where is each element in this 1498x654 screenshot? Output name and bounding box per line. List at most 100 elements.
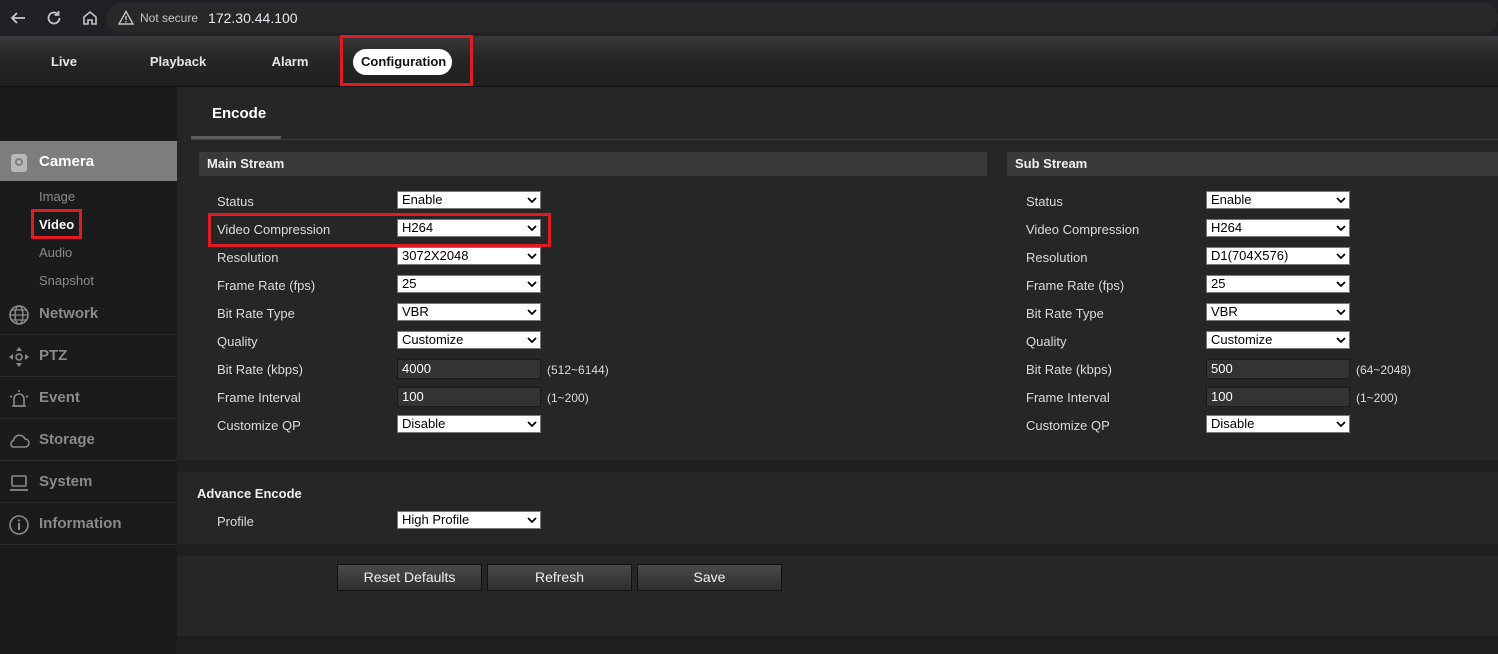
camera-icon <box>11 154 27 172</box>
sidebar-item-storage[interactable]: Storage <box>0 419 177 461</box>
sidebar-item-ptz[interactable]: PTZ <box>0 335 177 377</box>
tab-playback[interactable]: Playback <box>146 49 210 75</box>
sidebar-item-event[interactable]: Event <box>0 377 177 419</box>
home-button[interactable] <box>72 0 108 36</box>
main-bitratetype-select[interactable]: VBR <box>397 303 541 321</box>
sub-quality-select[interactable]: Customize <box>1206 331 1350 349</box>
section-divider <box>177 460 1498 472</box>
sub-bitratetype-select[interactable]: VBR <box>1206 303 1350 321</box>
sidebar-item-label: Information <box>39 515 122 532</box>
sidebar-item-system[interactable]: System <box>0 461 177 503</box>
laptop-icon <box>10 475 28 491</box>
main-qp-label: Customize QP <box>217 418 301 433</box>
main-bitratetype-label: Bit Rate Type <box>217 306 295 321</box>
sidebar-item-label: PTZ <box>39 347 68 364</box>
sub-resolution-select[interactable]: D1(704X576) <box>1206 247 1350 265</box>
main-bitrate-input[interactable]: 4000 <box>397 359 541 379</box>
select-value: 25 <box>402 276 417 291</box>
main-status-select[interactable]: Enable <box>397 191 541 209</box>
select-value: Customize <box>1211 332 1273 347</box>
main-bitrate-label: Bit Rate (kbps) <box>217 362 303 377</box>
sub-qp-label: Customize QP <box>1026 418 1110 433</box>
sidebar: Camera Image Video Audio Snapshot Networ… <box>0 87 187 654</box>
select-value: VBR <box>402 304 429 319</box>
alarm-icon <box>9 390 29 407</box>
chevron-down-icon <box>527 309 537 316</box>
back-arrow-icon <box>10 12 25 24</box>
sub-frameinterval-label: Frame Interval <box>1026 390 1110 405</box>
reload-icon <box>47 11 61 25</box>
main-frameinterval-range: (1~200) <box>547 391 589 405</box>
tab-configuration[interactable]: Configuration <box>353 49 452 75</box>
main-quality-label: Quality <box>217 334 258 349</box>
main-framerate-select[interactable]: 25 <box>397 275 541 293</box>
select-value: Disable <box>402 416 446 431</box>
advance-encode-title: Advance Encode <box>197 486 302 501</box>
chevron-down-icon <box>1336 197 1346 204</box>
chevron-down-icon <box>527 197 537 204</box>
sub-framerate-select[interactable]: 25 <box>1206 275 1350 293</box>
chevron-down-icon <box>527 281 537 288</box>
chevron-down-icon <box>1336 421 1346 428</box>
chevron-down-icon <box>527 225 537 232</box>
sidebar-subitem-video[interactable]: Video <box>39 217 74 232</box>
address-bar[interactable]: Not secure 172.30.44.100 <box>106 3 1498 33</box>
sidebar-subitem-audio[interactable]: Audio <box>39 245 72 260</box>
ptz-icon <box>9 347 29 367</box>
sidebar-subitem-image[interactable]: Image <box>39 189 75 204</box>
main-compression-select[interactable]: H264 <box>397 219 541 237</box>
sub-status-select[interactable]: Enable <box>1206 191 1350 209</box>
sub-frameinterval-input[interactable]: 100 <box>1206 387 1350 407</box>
sub-bitrate-input[interactable]: 500 <box>1206 359 1350 379</box>
browser-toolbar: Not secure 172.30.44.100 <box>0 0 1498 36</box>
reset-defaults-button[interactable]: Reset Defaults <box>337 564 482 591</box>
sub-bitrate-range: (64~2048) <box>1356 363 1412 377</box>
chevron-down-icon <box>1336 253 1346 260</box>
tab-live[interactable]: Live <box>44 49 84 75</box>
chevron-down-icon <box>1336 281 1346 288</box>
security-warning: Not secure <box>140 11 199 25</box>
main-resolution-select[interactable]: 3072X2048 <box>397 247 541 265</box>
sidebar-item-camera[interactable]: Camera <box>0 141 187 181</box>
main-frameinterval-label: Frame Interval <box>217 390 301 405</box>
select-value: Customize <box>402 332 464 347</box>
tab-alarm[interactable]: Alarm <box>266 49 314 75</box>
reload-button[interactable] <box>36 0 72 36</box>
main-frameinterval-input[interactable]: 100 <box>397 387 541 407</box>
select-value: Disable <box>1211 416 1255 431</box>
sidebar-item-network[interactable]: Network <box>0 293 177 335</box>
main-qp-select[interactable]: Disable <box>397 415 541 433</box>
tab-encode[interactable]: Encode <box>191 87 281 139</box>
main-content: Encode Main Stream Status Enable Video C… <box>177 87 1498 636</box>
sub-bitratetype-label: Bit Rate Type <box>1026 306 1104 321</box>
main-quality-select[interactable]: Customize <box>397 331 541 349</box>
sub-qp-select[interactable]: Disable <box>1206 415 1350 433</box>
select-value: H264 <box>402 220 434 235</box>
select-value: 3072X2048 <box>402 248 469 263</box>
back-button[interactable] <box>0 0 36 36</box>
chevron-down-icon <box>1336 309 1346 316</box>
sidebar-subitem-snapshot[interactable]: Snapshot <box>39 273 94 288</box>
main-bitrate-range: (512~6144) <box>547 363 609 377</box>
profile-select[interactable]: High Profile <box>397 511 541 529</box>
chevron-down-icon <box>1336 225 1346 232</box>
globe-icon <box>9 305 29 325</box>
refresh-button[interactable]: Refresh <box>487 564 632 591</box>
save-button[interactable]: Save <box>637 564 782 591</box>
home-icon <box>83 10 97 25</box>
chevron-down-icon <box>527 517 537 524</box>
sub-bitrate-label: Bit Rate (kbps) <box>1026 362 1112 377</box>
chevron-down-icon <box>527 421 537 428</box>
sidebar-item-information[interactable]: Information <box>0 503 177 545</box>
sub-compression-select[interactable]: H264 <box>1206 219 1350 237</box>
main-resolution-label: Resolution <box>217 250 279 265</box>
sidebar-item-label: System <box>39 473 93 490</box>
select-value: D1(704X576) <box>1211 248 1289 263</box>
info-icon <box>9 515 29 535</box>
select-value: H264 <box>1211 220 1243 235</box>
section-divider <box>177 544 1498 556</box>
sub-status-label: Status <box>1026 194 1063 209</box>
select-value: 25 <box>1211 276 1226 291</box>
select-value: Enable <box>402 192 443 207</box>
main-framerate-label: Frame Rate (fps) <box>217 278 316 293</box>
